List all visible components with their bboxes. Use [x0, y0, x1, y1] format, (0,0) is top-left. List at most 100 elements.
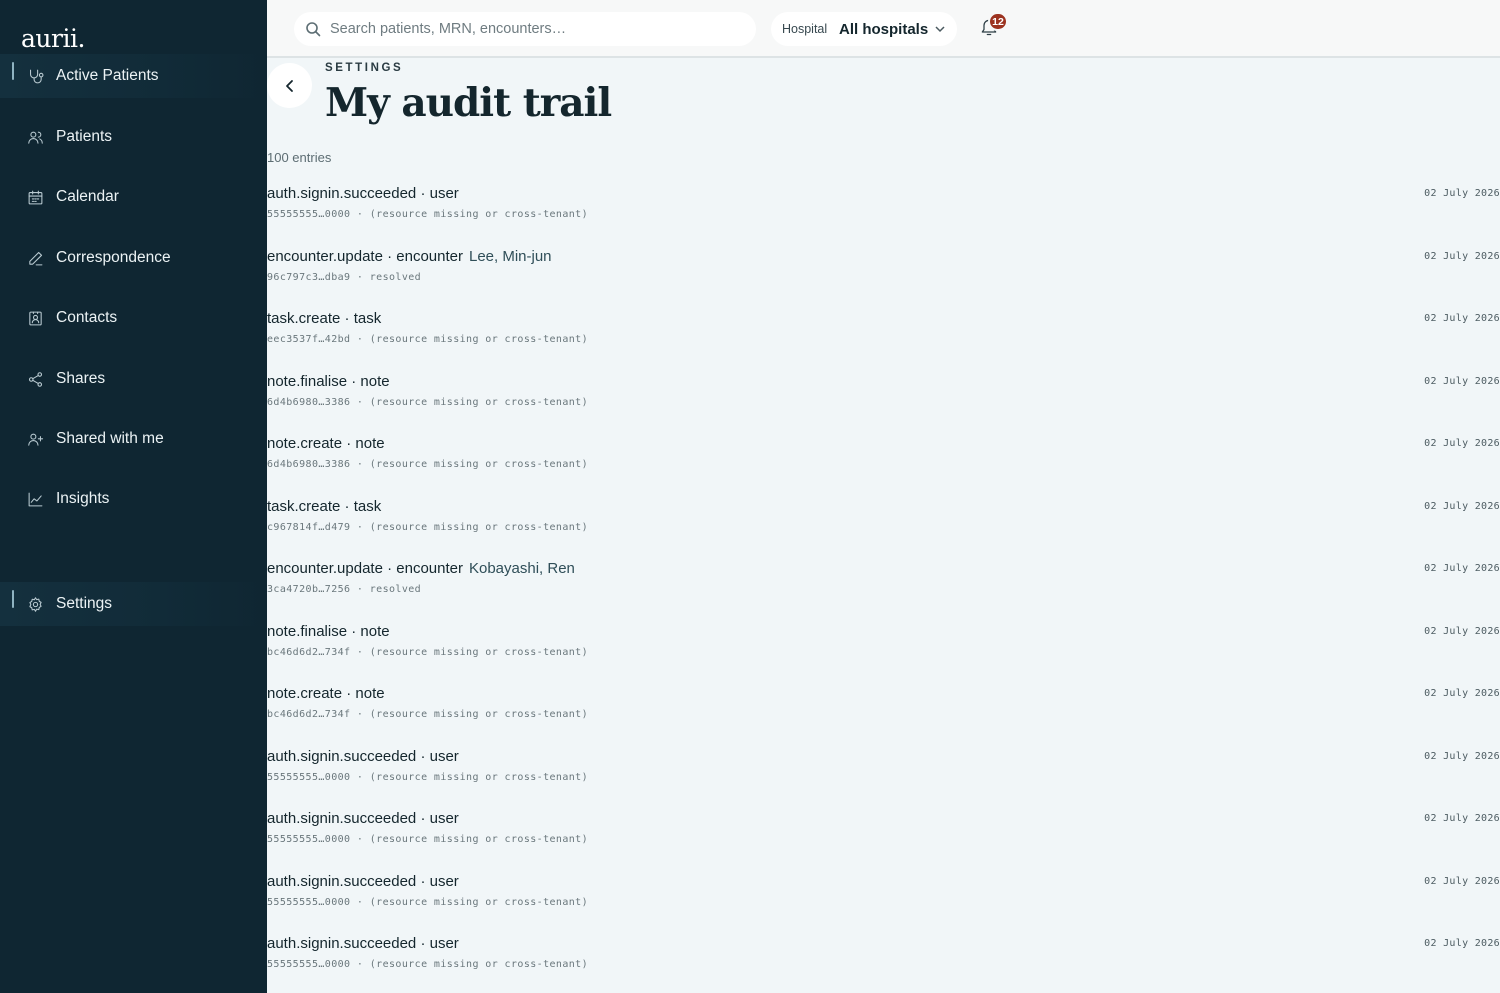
- audit-entry-date: 02 July 2026: [1424, 563, 1500, 574]
- entries-count: 100 entries: [267, 150, 332, 165]
- audit-entry-date: 02 July 2026: [1424, 438, 1500, 449]
- sidebar-item-correspondence[interactable]: Correspondence: [0, 236, 267, 280]
- user-plus-icon: [26, 430, 44, 448]
- audit-entry-row[interactable]: encounter.update · encounter Kobayashi, R…: [267, 560, 1500, 620]
- sidebar-item-label: Patients: [56, 128, 113, 145]
- audit-entry-title: auth.signin.succeeded · user: [267, 873, 459, 890]
- hospital-selector[interactable]: Hospital All hospitals: [771, 12, 957, 46]
- audit-entry-meta: 55555555…0000 · (resource missing or cro…: [267, 896, 589, 908]
- audit-entry-meta: 55555555…0000 · (resource missing or cro…: [267, 771, 589, 783]
- top-bar: Hospital All hospitals 12: [267, 0, 1500, 58]
- audit-entry-date: 02 July 2026: [1424, 875, 1500, 887]
- audit-entry-row[interactable]: auth.signin.succeeded · user 55555555…000…: [267, 810, 1500, 870]
- audit-entry-date: 02 July 2026: [1424, 500, 1500, 512]
- audit-entry-action: auth.signin.succeeded · user: [267, 185, 459, 202]
- search-box[interactable]: [294, 12, 756, 46]
- sidebar-item-label: Shared with me: [56, 430, 164, 447]
- sidebar-item-calendar[interactable]: Calendar: [0, 175, 267, 219]
- audit-entry-date: 02 July 2026: [1424, 250, 1500, 262]
- chevron-left-icon: [285, 79, 293, 92]
- sidebar-item-patients[interactable]: Patients: [0, 115, 267, 159]
- back-button[interactable]: [267, 63, 312, 108]
- audit-entry-title: auth.signin.succeeded · user: [267, 185, 459, 202]
- audit-entry-action: note.create · note: [267, 685, 385, 702]
- audit-entry-date: 02 July 2026: [1424, 938, 1500, 949]
- audit-entry-row[interactable]: task.create · task c967814f…d479 · (resou…: [267, 498, 1500, 558]
- audit-entry-action: note.finalise · note: [267, 622, 390, 640]
- gear-icon: [26, 595, 44, 613]
- sidebar-item-shared-with-me[interactable]: Shared with me: [0, 417, 267, 461]
- audit-entry-title: auth.signin.succeeded · user: [267, 748, 459, 765]
- audit-entry-row[interactable]: task.create · task eec3537f…42bd · (resou…: [267, 310, 1500, 370]
- audit-entry-title: encounter.update · encounter Kobayashi, R…: [267, 560, 575, 577]
- audit-entry-meta: 6d4b6980…3386 · (resource missing or cro…: [267, 459, 589, 470]
- audit-entry-action: auth.signin.succeeded · user: [267, 872, 459, 890]
- calendar-icon: [26, 188, 44, 206]
- sidebar-item-label: Active Patients: [56, 67, 159, 84]
- page-title: My audit trail: [325, 80, 612, 126]
- contact-card-icon: [26, 309, 44, 327]
- brand-logo[interactable]: aurii.: [21, 24, 85, 53]
- audit-entry-title: task.create · task: [267, 310, 381, 327]
- audit-entry-patient-link[interactable]: Kobayashi, Ren: [469, 560, 575, 577]
- audit-entry-patient-link[interactable]: Lee, Min-jun: [469, 248, 552, 265]
- audit-entry-title: task.create · task: [267, 498, 381, 515]
- sidebar-item-settings[interactable]: Settings: [0, 582, 267, 626]
- audit-entry-row[interactable]: note.create · note 6d4b6980…3386 · (resou…: [267, 435, 1500, 495]
- audit-entry-row[interactable]: note.finalise · note bc46d6d2…734f · (res…: [267, 623, 1500, 683]
- audit-entry-meta: 55555555…0000 · (resource missing or cro…: [267, 959, 589, 970]
- audit-entry-row[interactable]: note.finalise · note 6d4b6980…3386 · (res…: [267, 373, 1500, 433]
- audit-entry-row[interactable]: encounter.update · encounter Lee, Min-jun…: [267, 248, 1500, 308]
- audit-entry-row[interactable]: auth.signin.succeeded · user 55555555…000…: [267, 748, 1500, 808]
- audit-entry-action: task.create · task: [267, 497, 382, 515]
- audit-entry-row[interactable]: auth.signin.succeeded · user 55555555…000…: [267, 873, 1500, 933]
- audit-entry-title: encounter.update · encounter Lee, Min-jun: [267, 248, 552, 265]
- audit-entry-row[interactable]: note.create · note bc46d6d2…734f · (resou…: [267, 685, 1500, 745]
- sidebar-item-label: Shares: [56, 370, 106, 387]
- audit-entry-meta: eec3537f…42bd · (resource missing or cro…: [267, 334, 589, 345]
- search-icon: [306, 22, 321, 37]
- audit-entry-row[interactable]: auth.signin.succeeded · user 55555555…000…: [267, 185, 1500, 245]
- audit-entry-action: task.create · task: [267, 310, 382, 327]
- audit-entry-title: note.finalise · note: [267, 623, 390, 640]
- audit-entry-action: auth.signin.succeeded · user: [267, 810, 459, 827]
- sidebar-item-active-patients[interactable]: Active Patients: [0, 54, 267, 98]
- audit-entry-date: 02 July 2026: [1424, 313, 1500, 324]
- audit-entry-row[interactable]: auth.signin.succeeded · user 55555555…000…: [267, 935, 1500, 993]
- sidebar-item-label: Calendar: [56, 188, 119, 205]
- sidebar-item-shares[interactable]: Shares: [0, 357, 267, 401]
- audit-entry-action: encounter.update · encounter: [267, 247, 463, 265]
- share-icon: [26, 370, 44, 388]
- audit-entry-date: 02 July 2026: [1424, 625, 1500, 637]
- sidebar: aurii. Active Patients Patients Calendar…: [0, 0, 267, 993]
- chart-line-icon: [26, 490, 44, 508]
- audit-entry-title: note.create · note: [267, 685, 385, 702]
- sidebar-item-label: Settings: [56, 595, 113, 612]
- audit-entry-title: note.finalise · note: [267, 373, 390, 390]
- audit-entry-title: note.create · note: [267, 435, 385, 452]
- audit-entry-meta: 6d4b6980…3386 · (resource missing or cro…: [267, 396, 589, 408]
- audit-entry-date: 02 July 2026: [1424, 188, 1500, 199]
- sidebar-item-label: Insights: [56, 490, 110, 507]
- audit-entry-meta: bc46d6d2…734f · (resource missing or cro…: [267, 646, 589, 658]
- hospital-value: All hospitals: [839, 20, 929, 38]
- audit-entry-action: encounter.update · encounter: [267, 560, 463, 577]
- search-input[interactable]: [330, 12, 730, 46]
- pen-icon: [26, 249, 44, 267]
- page-eyebrow: SETTINGS: [325, 62, 404, 74]
- audit-entry-meta: 3ca4720b…7256 · resolved: [267, 584, 422, 595]
- audit-entry-meta: bc46d6d2…734f · (resource missing or cro…: [267, 709, 589, 720]
- hospital-label: Hospital: [782, 22, 828, 36]
- audit-entry-date: 02 July 2026: [1424, 688, 1500, 699]
- audit-entry-title: auth.signin.succeeded · user: [267, 935, 459, 952]
- chevron-down-icon: [935, 26, 945, 33]
- stethoscope-icon: [26, 67, 44, 85]
- audit-entry-action: note.finalise · note: [267, 372, 390, 390]
- audit-entry-date: 02 July 2026: [1424, 813, 1500, 824]
- sidebar-item-contacts[interactable]: Contacts: [0, 296, 267, 340]
- notification-count-badge: 12: [988, 12, 1008, 31]
- sidebar-item-insights[interactable]: Insights: [0, 477, 267, 521]
- sidebar-item-label: Correspondence: [56, 249, 171, 266]
- audit-entry-action: auth.signin.succeeded · user: [267, 935, 459, 952]
- audit-entry-meta: 96c797c3…dba9 · resolved: [267, 271, 422, 283]
